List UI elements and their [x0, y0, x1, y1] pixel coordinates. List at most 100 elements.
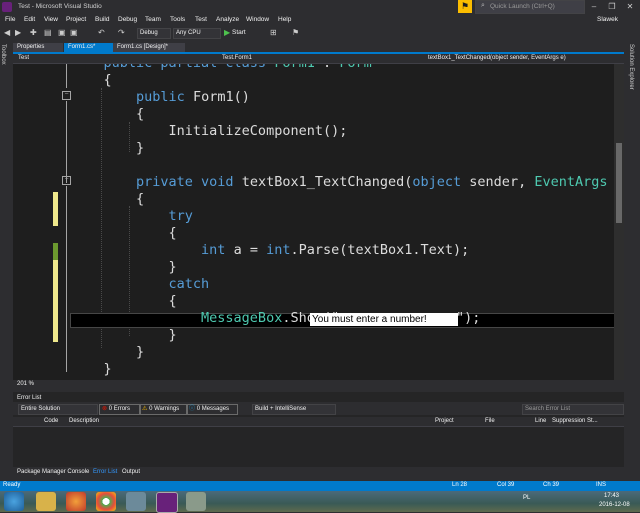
clock-time[interactable]: 17:43 [604, 493, 619, 499]
tab-properties[interactable]: Properties [13, 43, 63, 52]
menu-analyze[interactable]: Analyze [216, 16, 239, 23]
project-label: Test [18, 55, 30, 61]
code-line: } [71, 259, 177, 275]
forward-icon[interactable]: ▶ [15, 28, 21, 37]
undo-icon[interactable]: ↶ [98, 28, 105, 37]
language-indicator[interactable]: PL [523, 495, 530, 501]
errors-count: 0 Errors [108, 406, 131, 412]
outline-line [66, 101, 67, 183]
error-list-header [13, 417, 624, 427]
clock-date[interactable]: 2016-12-08 [599, 502, 630, 508]
member-dropdown[interactable]: textBox1_TextChanged(object sender, Even… [428, 55, 566, 61]
status-column: Col 39 [497, 482, 515, 488]
code-line: { [71, 72, 112, 88]
column-line[interactable]: Line [535, 418, 546, 424]
toolbar-extra-icon[interactable]: ⊞ [270, 28, 277, 37]
string-literal-message[interactable]: You must enter a number! [310, 313, 458, 326]
collapse-toggle[interactable]: − [62, 176, 71, 185]
warnings-filter-button[interactable]: ⚠ 0 Warnings [139, 404, 188, 415]
new-project-icon[interactable]: ✚ [30, 28, 37, 37]
error-list-title: Error List [17, 395, 42, 401]
class-label: Test.Form1 [222, 55, 253, 61]
code-line: } [71, 344, 145, 360]
error-search-input[interactable]: Search Error List [522, 404, 624, 415]
minimize-button[interactable]: – [586, 1, 602, 12]
scope-select[interactable]: Entire Solution [18, 404, 98, 415]
code-line-messagebox: MessageBox.Show(" [71, 310, 339, 326]
menu-file[interactable]: File [5, 16, 15, 23]
quick-launch-placeholder: Quick Launch (Ctrl+Q) [490, 3, 555, 10]
errors-filter-button[interactable]: ⊗ 0 Errors [99, 404, 141, 415]
tab-package-manager-console[interactable]: Package Manager Console [17, 469, 89, 475]
code-line: } [71, 361, 112, 377]
code-line: } [71, 327, 177, 343]
status-char: Ch 39 [543, 482, 560, 488]
column-project[interactable]: Project [435, 418, 454, 424]
code-line: { [71, 106, 145, 122]
solution-platform-select[interactable]: Any CPU [173, 28, 221, 39]
code-line: catch [71, 276, 210, 292]
class-dropdown[interactable]: Test.Form1 [222, 55, 252, 61]
solution-config-select[interactable]: Debug [137, 28, 171, 39]
messages-filter-button[interactable]: ⓘ 0 Messages [186, 404, 238, 415]
save-icon[interactable]: ▣ [58, 28, 66, 37]
tab-form1-design[interactable]: Form1.cs [Design]* [113, 43, 185, 52]
code-line-suffix: "); [456, 310, 481, 326]
menu-view[interactable]: View [44, 16, 58, 23]
menu-help[interactable]: Help [278, 16, 291, 23]
close-button[interactable]: ✕ [622, 1, 638, 12]
file-explorer-icon[interactable] [36, 492, 56, 511]
column-file[interactable]: File [485, 418, 495, 424]
open-file-icon[interactable]: ▤ [44, 28, 52, 37]
save-all-icon[interactable]: ▣ [70, 28, 78, 37]
menu-project[interactable]: Project [66, 16, 86, 23]
code-line: { [71, 191, 145, 207]
code-line: int a = int.Parse(textBox1.Text); [201, 242, 470, 258]
chrome-icon[interactable] [96, 492, 116, 511]
menu-debug[interactable]: Debug [118, 16, 137, 23]
maximize-button[interactable]: ❐ [604, 1, 620, 12]
menu-test[interactable]: Test [195, 16, 207, 23]
info-icon: ⓘ [189, 406, 196, 412]
menu-window[interactable]: Window [246, 16, 269, 23]
zoom-level-select[interactable]: 201 % [17, 381, 34, 387]
code-line: InitializeComponent(); [71, 123, 348, 139]
warnings-count: 0 Warnings [149, 406, 180, 412]
menu-build[interactable]: Build [95, 16, 109, 23]
feedback-flag-button[interactable]: ⚑ [458, 0, 472, 13]
error-icon: ⊗ [102, 406, 108, 412]
code-editor[interactable]: − − public partial class Form1 : Form { … [13, 64, 614, 380]
firefox-icon[interactable] [66, 492, 86, 511]
start-play-icon[interactable]: ▶ [224, 28, 230, 37]
column-suppression[interactable]: Suppression St... [552, 418, 598, 424]
tab-error-list[interactable]: Error List [93, 469, 117, 475]
code-line: public partial class Form1 : Form [71, 64, 372, 71]
column-description[interactable]: Description [69, 418, 99, 424]
windows-start-button[interactable] [4, 492, 24, 511]
back-icon[interactable]: ◀ [4, 28, 10, 37]
redo-icon[interactable]: ↷ [118, 28, 125, 37]
warning-icon: ⚠ [142, 406, 148, 412]
project-dropdown[interactable]: Test [18, 55, 29, 61]
tab-output[interactable]: Output [122, 469, 140, 475]
column-code[interactable]: Code [44, 418, 58, 424]
build-filter-select[interactable]: Build + IntelliSense [252, 404, 336, 415]
scrollbar-thumb[interactable] [616, 143, 622, 223]
taskbar-app-icon-2[interactable] [186, 492, 206, 511]
member-label: textBox1_TextChanged(object sender, Even… [428, 55, 566, 61]
collapse-toggle[interactable]: − [62, 91, 71, 100]
menu-tools[interactable]: Tools [170, 16, 185, 23]
toolbox-tab[interactable]: Toolbox [0, 44, 6, 65]
user-name[interactable]: Slawek [597, 16, 618, 23]
outline-line [66, 64, 67, 88]
taskbar-app-icon[interactable] [126, 492, 146, 511]
menu-team[interactable]: Team [145, 16, 161, 23]
visual-studio-logo-icon [2, 2, 12, 12]
visual-studio-taskbar-icon[interactable] [156, 492, 178, 513]
status-insert-mode: INS [596, 482, 607, 488]
bookmark-icon[interactable]: ⚑ [292, 28, 299, 37]
start-button[interactable]: Start [232, 29, 246, 36]
solution-explorer-tab[interactable]: Solution Explorer [628, 44, 634, 90]
tab-form1-cs[interactable]: Form1.cs* [64, 43, 116, 52]
menu-edit[interactable]: Edit [24, 16, 35, 23]
